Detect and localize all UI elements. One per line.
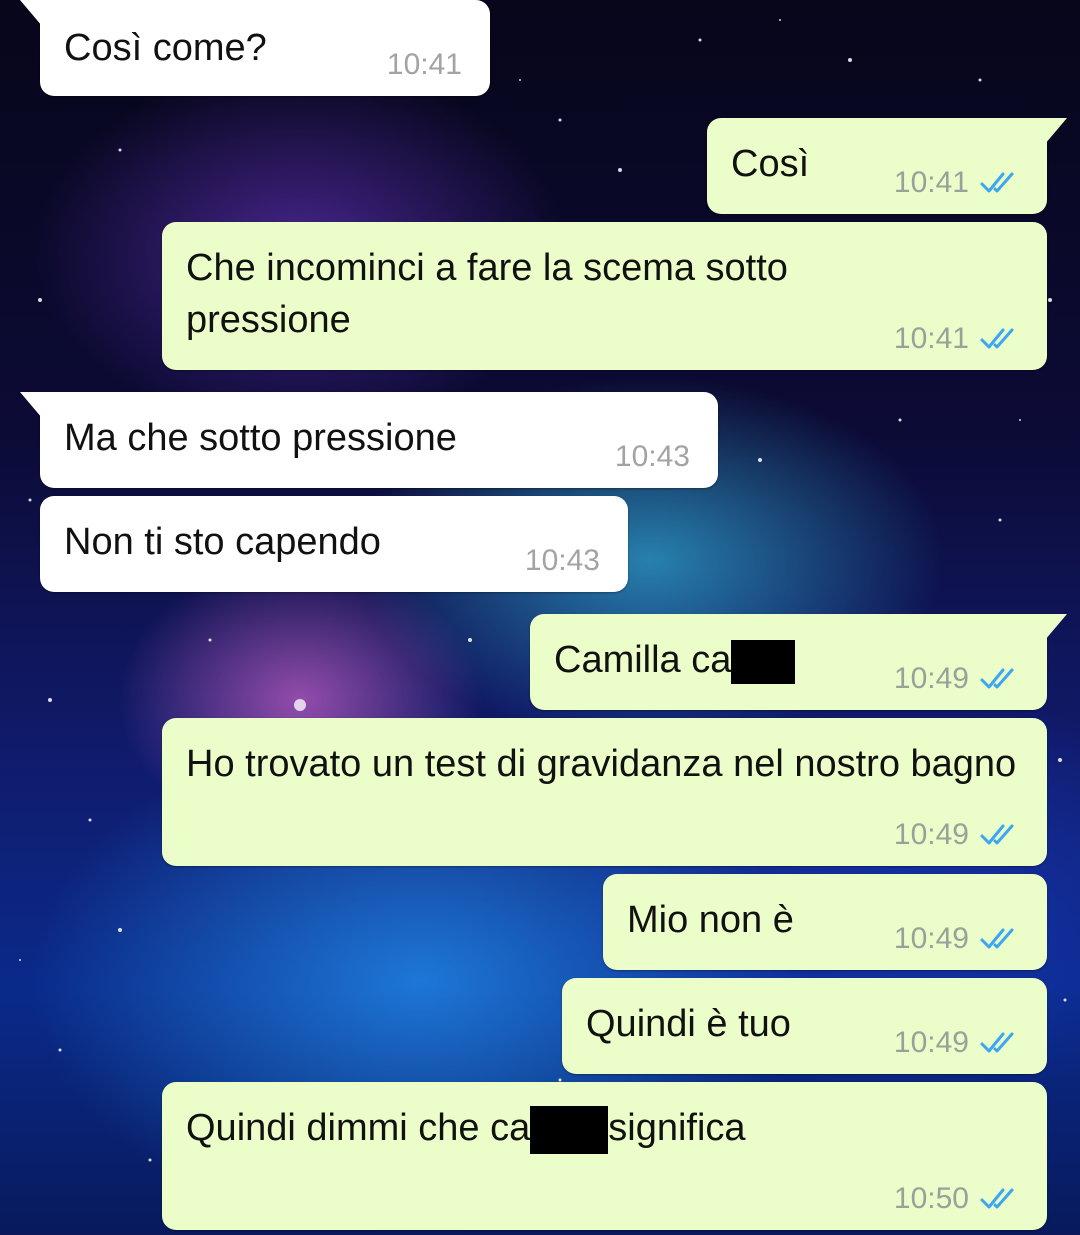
- message-time: 10:41: [386, 48, 462, 81]
- message-bubble-outgoing[interactable]: Mio non è 10:49: [603, 874, 1047, 970]
- message-bubble-outgoing[interactable]: Ho trovato un test di gravidanza nel nos…: [162, 718, 1047, 866]
- double-check-icon: [980, 824, 1014, 845]
- double-check-icon: [980, 1188, 1014, 1209]
- message-time: 10:49: [894, 1026, 1019, 1060]
- double-check-icon: [980, 1032, 1014, 1053]
- message-time: 10:41: [894, 322, 1019, 356]
- message-text: Che incominci a fare la scema sotto pres…: [186, 247, 788, 341]
- double-check-icon: [980, 668, 1014, 689]
- redaction-box: [530, 1105, 609, 1154]
- message-text: Non ti sto capendo: [64, 521, 381, 563]
- message-bubble-outgoing[interactable]: Così 10:41: [707, 118, 1067, 214]
- message-text: Quindi dimmi che ca significa: [186, 1102, 1023, 1154]
- double-check-icon: [980, 328, 1014, 349]
- message-time: 10:49: [894, 818, 1019, 852]
- message-time: 10:49: [894, 922, 1019, 956]
- message-bubble-outgoing[interactable]: Quindi è tuo 10:49: [562, 978, 1047, 1074]
- message-text: Ho trovato un test di gravidanza nel nos…: [186, 743, 1017, 785]
- message-bubble-incoming[interactable]: Non ti sto capendo 10:43: [40, 496, 628, 592]
- message-bubble-incoming[interactable]: Ma che sotto pressione 10:43: [20, 392, 718, 488]
- message-time: 10:43: [614, 440, 690, 473]
- message-time: 10:50: [894, 1182, 1019, 1216]
- double-check-icon: [980, 172, 1014, 193]
- message-bubble-outgoing[interactable]: Camilla ca 10:49: [530, 614, 1067, 710]
- message-bubble-outgoing[interactable]: Quindi dimmi che ca significa 10:50: [162, 1082, 1047, 1230]
- message-time: 10:41: [894, 166, 1019, 200]
- message-time: 10:49: [894, 662, 1019, 696]
- message-text: Ma che sotto pressione: [64, 417, 457, 459]
- redaction-box: [731, 639, 796, 684]
- double-check-icon: [980, 928, 1014, 949]
- message-bubble-outgoing[interactable]: Che incominci a fare la scema sotto pres…: [162, 222, 1047, 370]
- message-time: 10:43: [524, 544, 600, 577]
- message-bubble-incoming[interactable]: Così come? 10:41: [20, 0, 490, 96]
